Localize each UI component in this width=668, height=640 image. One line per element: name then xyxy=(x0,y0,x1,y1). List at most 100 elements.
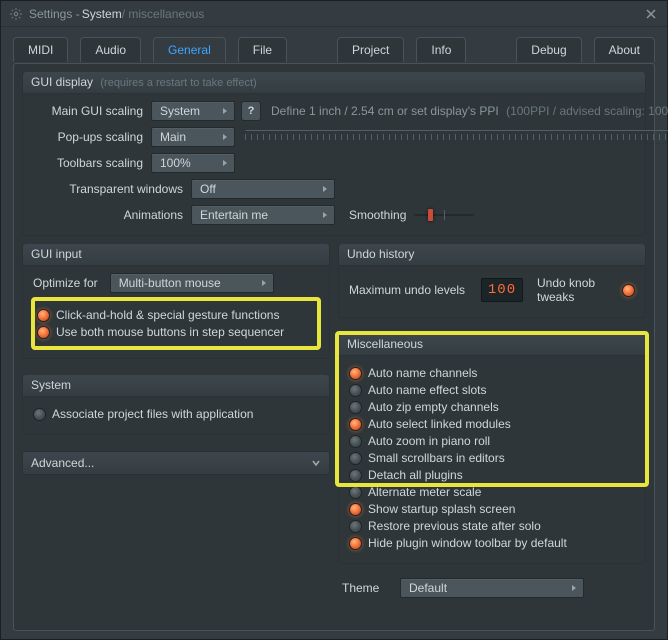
gui-input-option: Use both mouse buttons in step sequencer xyxy=(37,325,315,339)
tab-general[interactable]: General xyxy=(153,37,226,62)
gui-input-option: Click-and-hold & special gesture functio… xyxy=(37,308,315,322)
label-animations: Animations xyxy=(33,208,191,222)
gui-input-label: Click-and-hold & special gesture functio… xyxy=(56,308,279,322)
select-transparent-value: Off xyxy=(200,182,216,196)
misc-label: Alternate meter scale xyxy=(368,485,481,499)
tab-audio[interactable]: Audio xyxy=(80,37,141,62)
misc-option: Auto name effect slots xyxy=(349,383,635,397)
misc-option: Hide plugin window toolbar by default xyxy=(349,536,635,550)
misc-label: Restore previous state after solo xyxy=(368,519,541,533)
define-ppi-text: Define 1 inch / 2.54 cm or set display's… xyxy=(271,104,668,118)
group-gui-input: GUI input Optimize for Multi-button mous… xyxy=(22,244,330,359)
legend-hint: (requires a restart to take effect) xyxy=(100,77,256,89)
gui-input-highlight: Click-and-hold & special gesture functio… xyxy=(33,299,319,348)
misc-toggle[interactable] xyxy=(349,537,362,550)
close-button[interactable] xyxy=(643,6,659,22)
chevron-down-icon xyxy=(311,458,321,468)
legend-gui-display: GUI display (requires a restart to take … xyxy=(23,72,645,94)
misc-toggle[interactable] xyxy=(349,401,362,414)
label-undo-knob: Undo knob tweaks xyxy=(537,276,616,304)
misc-option: Auto name channels xyxy=(349,366,635,380)
title-suffix: / miscellaneous xyxy=(122,7,205,21)
tab-file[interactable]: File xyxy=(238,37,287,62)
tab-about[interactable]: About xyxy=(594,37,655,62)
settings-body: GUI display (requires a restart to take … xyxy=(13,63,655,631)
select-animations[interactable]: Entertain me xyxy=(191,205,335,225)
misc-toggle[interactable] xyxy=(349,384,362,397)
misc-label: Auto select linked modules xyxy=(368,417,511,431)
gui-input-label: Use both mouse buttons in step sequencer xyxy=(56,325,284,339)
misc-label: Show startup splash screen xyxy=(368,502,515,516)
misc-toggle[interactable] xyxy=(349,418,362,431)
advanced-toggle[interactable]: Advanced... xyxy=(22,451,330,475)
legend-gui-input: GUI input xyxy=(23,244,329,266)
misc-label: Detach all plugins xyxy=(368,468,463,482)
misc-label: Small scrollbars in editors xyxy=(368,451,505,465)
legend-system: System xyxy=(23,375,329,397)
misc-option: Show startup splash screen xyxy=(349,502,635,516)
misc-label: Hide plugin window toolbar by default xyxy=(368,536,567,550)
help-button[interactable]: ? xyxy=(241,101,261,121)
define-hint: (100PPI / advised scaling: 100%) xyxy=(506,104,668,118)
misc-option: Auto select linked modules xyxy=(349,417,635,431)
select-popups-scaling[interactable]: Main xyxy=(151,127,235,147)
label-popups-scaling: Pop-ups scaling xyxy=(33,130,151,144)
misc-option: Detach all plugins xyxy=(349,468,635,482)
select-optimize-value: Multi-button mouse xyxy=(119,276,221,290)
misc-option: Auto zip empty channels xyxy=(349,400,635,414)
misc-label: Auto name effect slots xyxy=(368,383,487,397)
system-option: Associate project files with application xyxy=(33,407,319,421)
tab-info[interactable]: Info xyxy=(416,37,466,62)
select-toolbars-scaling[interactable]: 100% xyxy=(151,153,235,173)
misc-toggle[interactable] xyxy=(349,503,362,516)
group-undo-history: Undo history Maximum undo levels 100 Und… xyxy=(338,244,646,318)
misc-toggle[interactable] xyxy=(349,452,362,465)
settings-window: Settings - System / miscellaneous MIDI Au… xyxy=(0,0,668,640)
tab-project[interactable]: Project xyxy=(337,37,404,62)
tab-row: MIDI Audio General File Project Info Debug Abou… xyxy=(1,27,667,62)
label-max-undo: Maximum undo levels xyxy=(349,283,473,297)
group-gui-display: GUI display (requires a restart to take … xyxy=(22,72,646,236)
select-theme[interactable]: Default xyxy=(400,578,584,598)
tab-midi[interactable]: MIDI xyxy=(13,37,68,62)
input-max-undo[interactable]: 100 xyxy=(481,278,523,302)
system-label: Associate project files with application xyxy=(52,407,253,421)
misc-toggle[interactable] xyxy=(349,520,362,533)
tab-debug[interactable]: Debug xyxy=(516,37,581,62)
gui-input-toggle[interactable] xyxy=(37,326,50,339)
title-prefix: Settings - xyxy=(29,7,80,21)
label-optimize-for: Optimize for xyxy=(33,276,106,290)
gear-icon xyxy=(9,7,23,21)
misc-option: Restore previous state after solo xyxy=(349,519,635,533)
select-theme-value: Default xyxy=(409,581,447,595)
select-toolbars-value: 100% xyxy=(160,156,191,170)
select-optimize-for[interactable]: Multi-button mouse xyxy=(110,273,274,293)
ppi-gauge[interactable] xyxy=(245,130,668,144)
title-main: System xyxy=(82,7,122,21)
select-main-scaling-value: System xyxy=(160,104,200,118)
select-animations-value: Entertain me xyxy=(200,208,268,222)
toggle-undo-knob[interactable] xyxy=(622,284,635,297)
misc-toggle[interactable] xyxy=(349,435,362,448)
misc-toggle[interactable] xyxy=(349,367,362,380)
misc-option: Auto zoom in piano roll xyxy=(349,434,635,448)
label-main-scaling: Main GUI scaling xyxy=(33,104,151,118)
group-system: System Associate project files with appl… xyxy=(22,375,330,435)
misc-label: Auto name channels xyxy=(368,366,477,380)
group-miscellaneous: Miscellaneous Auto name channelsAuto nam… xyxy=(338,334,646,564)
misc-toggle[interactable] xyxy=(349,486,362,499)
define-text: Define 1 inch / 2.54 cm or set display's… xyxy=(271,104,499,118)
misc-label: Auto zoom in piano roll xyxy=(368,434,490,448)
select-transparent-windows[interactable]: Off xyxy=(191,179,335,199)
system-toggle[interactable] xyxy=(33,408,46,421)
select-main-scaling[interactable]: System xyxy=(151,101,235,121)
label-theme: Theme xyxy=(338,581,400,595)
gui-input-toggle[interactable] xyxy=(37,309,50,322)
misc-option: Small scrollbars in editors xyxy=(349,451,635,465)
label-smoothing: Smoothing xyxy=(349,208,414,222)
misc-toggle[interactable] xyxy=(349,469,362,482)
slider-smoothing[interactable] xyxy=(414,208,474,222)
advanced-label: Advanced... xyxy=(31,456,94,470)
select-popups-value: Main xyxy=(160,130,186,144)
legend-undo: Undo history xyxy=(339,244,645,266)
